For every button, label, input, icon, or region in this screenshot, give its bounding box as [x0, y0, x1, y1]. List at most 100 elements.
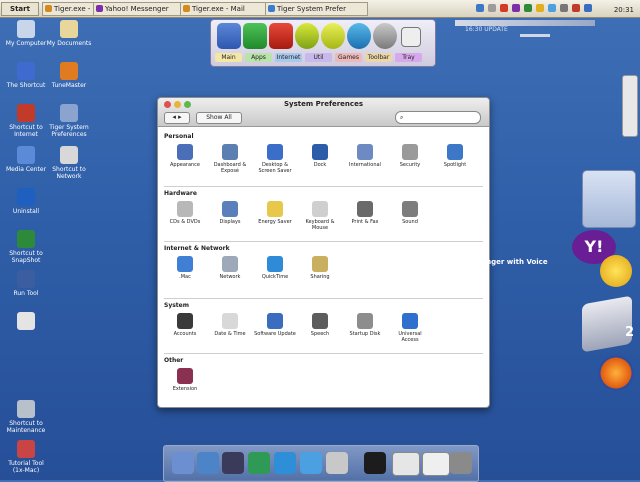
desktop-icon[interactable]: The Shortcut — [2, 62, 50, 89]
dock-sync-icon[interactable] — [274, 452, 296, 474]
tab-games[interactable]: Games — [335, 53, 362, 62]
desktop-icon[interactable]: TuneMaster — [45, 62, 93, 89]
help-icon[interactable] — [373, 23, 397, 49]
clock[interactable]: 20:31 — [614, 4, 634, 16]
taskbar-button-mail-2[interactable]: Tiger.exe - Mail — [180, 2, 273, 16]
desktop-icon-label: Shortcut to Maintenance — [6, 420, 46, 434]
desktop-icon[interactable]: My Computer — [2, 20, 50, 47]
desktop-icon-label: Uninstall — [12, 208, 40, 215]
pref-item[interactable]: Spotlight — [434, 144, 476, 168]
desktop-icon[interactable]: Shortcut to Internet — [2, 104, 50, 138]
dock-preview-icon[interactable] — [222, 452, 244, 474]
pref-item[interactable]: Startup Disk — [344, 313, 386, 337]
pref-label: Sharing — [310, 274, 330, 280]
acrobat-icon[interactable] — [269, 23, 293, 49]
firefox-icon[interactable] — [598, 355, 634, 391]
display-tray-icon[interactable] — [584, 4, 592, 12]
dock-finder-icon[interactable] — [172, 452, 194, 474]
pref-icon — [222, 144, 238, 160]
pref-item[interactable]: Software Update — [254, 313, 296, 337]
start-button[interactable]: Start — [1, 2, 39, 16]
taskbar-button-prefs[interactable]: Tiger System Prefer — [265, 2, 368, 16]
dock-list-icon[interactable] — [364, 452, 386, 474]
desktop-icon[interactable]: My Documents — [45, 20, 93, 47]
tab-tray[interactable]: Tray — [395, 53, 422, 62]
desktop-icon[interactable] — [2, 312, 50, 332]
section-title: Personal — [164, 133, 194, 140]
pref-icon — [177, 256, 193, 272]
dock-mail-icon[interactable] — [197, 452, 219, 474]
shell-icon[interactable] — [243, 23, 267, 49]
pref-item[interactable]: Network — [209, 256, 251, 280]
desktop-icon[interactable]: Shortcut to Maintenance — [2, 400, 50, 434]
alert-tray-icon[interactable] — [500, 4, 508, 12]
desktop-icon-label: Shortcut to Network — [52, 166, 86, 180]
tab-internet[interactable]: Internet — [275, 53, 302, 62]
search-field[interactable]: ⌕ — [395, 111, 481, 124]
taskbar-button-messenger[interactable]: Yahoo! Messenger — [93, 2, 188, 16]
network-tray-icon[interactable] — [476, 4, 484, 12]
pref-item[interactable]: Speech — [299, 313, 341, 337]
tab-main[interactable]: Main — [215, 53, 242, 62]
pref-item[interactable]: Accounts — [164, 313, 206, 337]
word-icon[interactable] — [217, 23, 241, 49]
smiley-icon[interactable] — [600, 255, 632, 287]
sync-tray-icon[interactable] — [548, 4, 556, 12]
desktop-icon[interactable]: Tiger System Preferences — [45, 104, 93, 138]
pref-label: Universal Access — [398, 331, 422, 343]
pref-item[interactable]: Keyboard & Mouse — [299, 201, 341, 231]
pref-item[interactable]: Desktop & Screen Saver — [254, 144, 296, 174]
volume-tray-icon[interactable] — [488, 4, 496, 12]
pref-item[interactable]: Extension — [164, 368, 206, 392]
skype-icon[interactable] — [347, 23, 371, 49]
pref-item[interactable]: Displays — [209, 201, 251, 225]
tab-util[interactable]: Util — [305, 53, 332, 62]
back-forward-button[interactable]: ◂ ▸ — [164, 112, 190, 124]
pref-item[interactable]: Appearance — [164, 144, 206, 168]
dock-ichat-icon[interactable] — [326, 452, 348, 474]
update-tray-icon[interactable] — [536, 4, 544, 12]
flash-icon[interactable] — [321, 23, 345, 49]
dock-window-b-icon[interactable] — [422, 452, 450, 476]
pref-item[interactable]: Energy Saver — [254, 201, 296, 225]
desktop-icon[interactable]: Run Tool — [2, 270, 50, 297]
desktop-icon[interactable]: Tutorial Tool (1x-Mac) — [2, 440, 50, 474]
folder-widget-icon[interactable] — [582, 295, 632, 353]
antivirus-tray-icon[interactable] — [572, 4, 580, 12]
pref-item[interactable]: .Mac — [164, 256, 206, 280]
pref-icon — [177, 144, 193, 160]
desktop-icon[interactable]: Shortcut to SnapShot — [2, 230, 50, 264]
pref-item[interactable]: QuickTime — [254, 256, 296, 280]
pref-item[interactable]: International — [344, 144, 386, 168]
pref-icon — [312, 144, 328, 160]
pref-item[interactable]: Dashboard & Exposé — [209, 144, 251, 174]
battery-tray-icon[interactable] — [560, 4, 568, 12]
media-icon — [17, 146, 35, 164]
tab-toolbar[interactable]: Toolbar — [365, 53, 392, 62]
dock-safari-icon[interactable] — [300, 452, 322, 474]
scroll-panel[interactable] — [622, 75, 638, 137]
desktop-icon[interactable]: Uninstall — [2, 188, 50, 215]
pref-item[interactable]: Sharing — [299, 256, 341, 280]
desktop-icon[interactable]: Media Center — [2, 146, 50, 173]
pref-item[interactable]: Universal Access — [389, 313, 431, 343]
tab-apps[interactable]: Apps — [245, 53, 272, 62]
dock-window-a-icon[interactable] — [392, 452, 420, 476]
dock-trash-icon[interactable] — [450, 452, 472, 474]
pref-item[interactable]: Sound — [389, 201, 431, 225]
dreamweaver-icon[interactable] — [295, 23, 319, 49]
dock-itunes-icon[interactable] — [248, 452, 270, 474]
pref-item[interactable]: CDs & DVDs — [164, 201, 206, 225]
desktop-icon[interactable]: Shortcut to Network — [45, 146, 93, 180]
pref-label: Appearance — [169, 162, 201, 168]
pref-item[interactable]: Dock — [299, 144, 341, 168]
pref-item[interactable]: Print & Fax — [344, 201, 386, 225]
pref-item[interactable]: Security — [389, 144, 431, 168]
add-icon[interactable] — [401, 27, 421, 47]
control-widget[interactable] — [582, 170, 636, 228]
show-all-button[interactable]: Show All — [196, 112, 242, 124]
security-tray-icon[interactable] — [524, 4, 532, 12]
pref-item[interactable]: Date & Time — [209, 313, 251, 337]
side-widgets: Y! 2 — [570, 75, 640, 480]
messenger-tray-icon[interactable] — [512, 4, 520, 12]
